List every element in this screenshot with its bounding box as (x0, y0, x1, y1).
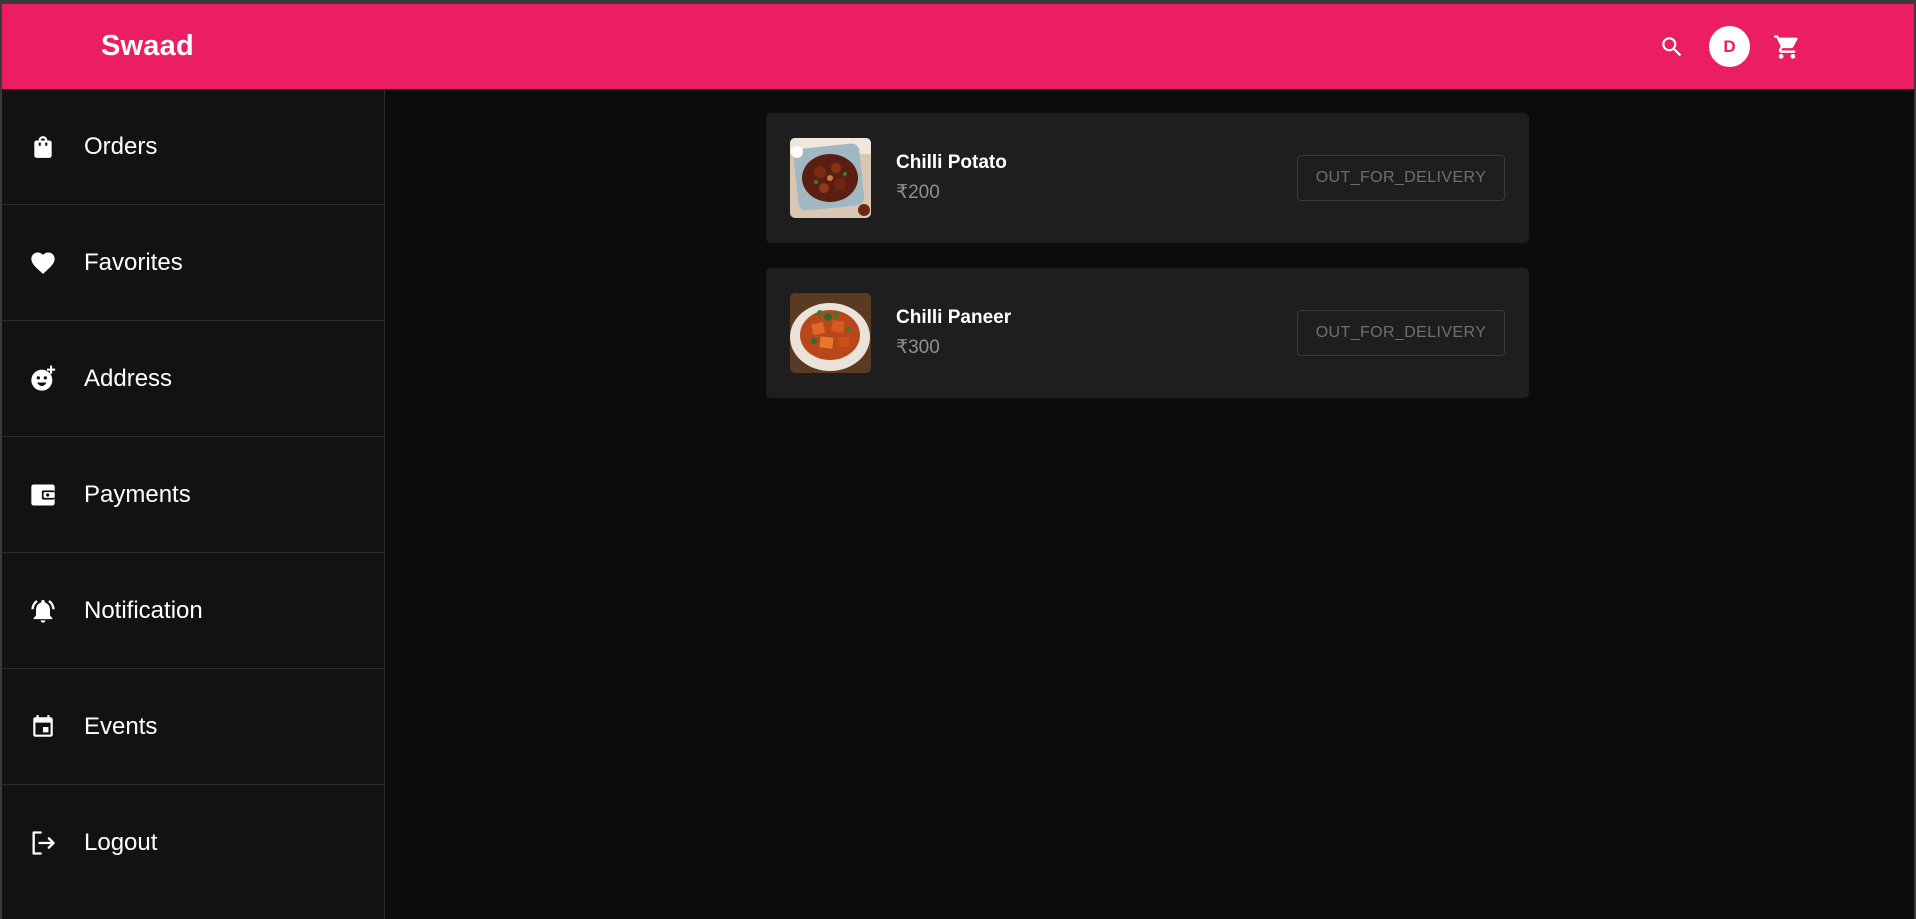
sidebar-item-label: Logout (84, 829, 158, 856)
sidebar-item-events[interactable]: Events (2, 669, 384, 785)
search-button[interactable] (1654, 29, 1690, 65)
notification-bell-icon (28, 596, 58, 626)
user-avatar[interactable]: D (1709, 26, 1750, 67)
sidebar-item-label: Orders (84, 132, 158, 160)
app-window: Swaad D Orders Favorites Address Payment… (2, 4, 1914, 919)
sidebar-item-favorites[interactable]: Favorites (2, 205, 384, 321)
sidebar-item-payments[interactable]: Payments (2, 437, 384, 553)
cart-button[interactable] (1769, 29, 1805, 65)
sidebar: Orders Favorites Address Payments Notifi… (2, 89, 385, 919)
calendar-icon (28, 712, 58, 742)
emoji-add-icon (28, 364, 58, 394)
sidebar-item-address[interactable]: Address (2, 321, 384, 437)
sidebar-item-label: Notification (84, 596, 203, 624)
app-bar: Swaad D (2, 4, 1914, 89)
shopping-bag-icon (28, 132, 58, 162)
order-status-button[interactable]: OUT_FOR_DELIVERY (1297, 155, 1505, 201)
sidebar-item-orders[interactable]: Orders (2, 89, 384, 205)
wallet-icon (28, 480, 58, 510)
sidebar-item-notification[interactable]: Notification (2, 553, 384, 669)
heart-icon (28, 248, 58, 278)
item-price: ₹200 (896, 182, 940, 203)
logout-icon (28, 828, 58, 858)
item-price: ₹300 (896, 337, 940, 358)
cart-icon (1774, 35, 1798, 59)
sidebar-item-label: Address (84, 364, 173, 392)
item-name: Chilli Potato (896, 152, 1007, 173)
order-status-button[interactable]: OUT_FOR_DELIVERY (1297, 310, 1505, 356)
sidebar-item-label: Payments (84, 480, 191, 508)
brand-title[interactable]: Swaad (101, 30, 194, 63)
food-thumbnail-image (790, 138, 871, 218)
order-card[interactable]: Chilli Paneer ₹300 OUT_FOR_DELIVERY (766, 268, 1529, 398)
order-card[interactable]: Chilli Potato ₹200 OUT_FOR_DELIVERY (766, 113, 1529, 243)
sidebar-item-label: Events (84, 712, 158, 740)
sidebar-item-label: Favorites (84, 248, 183, 276)
food-thumbnail-image (790, 293, 871, 373)
orders-list: Chilli Potato ₹200 OUT_FOR_DELIVERY Chil… (386, 89, 1914, 919)
search-icon (1662, 37, 1682, 57)
item-name: Chilli Paneer (896, 307, 1012, 328)
sidebar-item-logout[interactable]: Logout (2, 785, 384, 901)
